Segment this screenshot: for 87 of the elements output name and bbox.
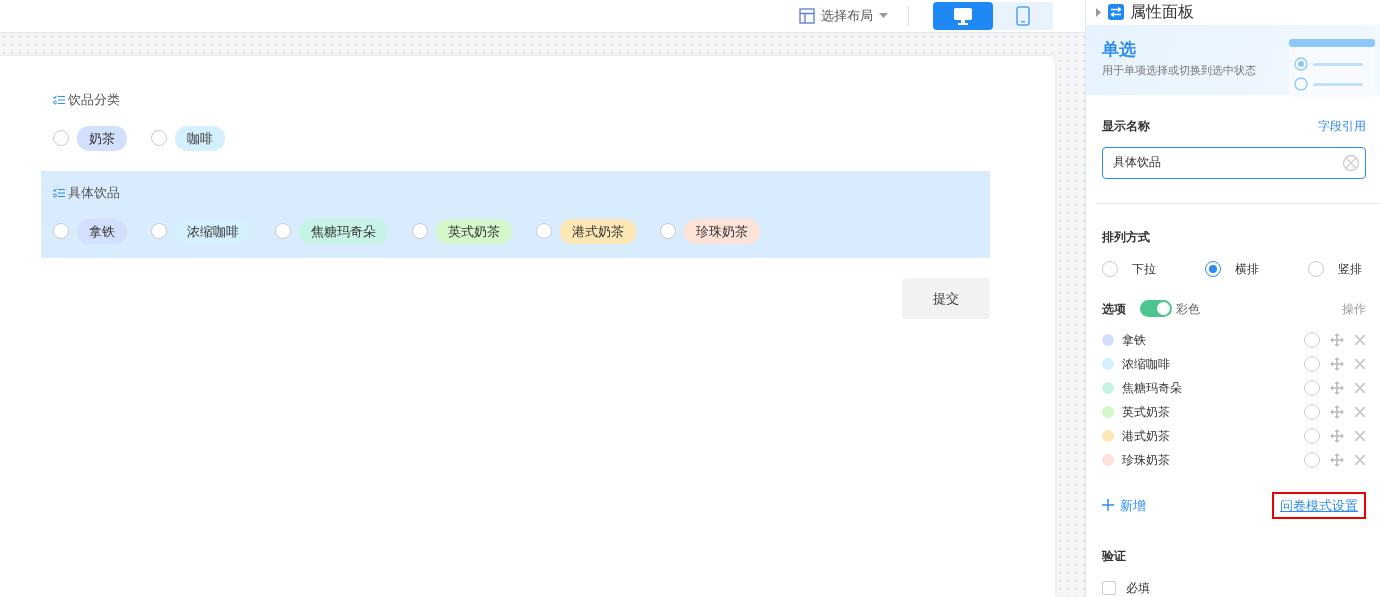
radio-button[interactable] [536, 223, 552, 240]
option-label: 焦糖玛奇朵 [1122, 379, 1182, 397]
layout-option[interactable]: 下拉 [1102, 259, 1156, 278]
section-label: 显示名称 [1102, 117, 1150, 135]
section-label: 验证 [1102, 548, 1127, 565]
move-handle[interactable] [1330, 404, 1344, 419]
close-icon [1354, 405, 1366, 418]
default-radio[interactable] [1304, 355, 1320, 372]
plus-icon [1102, 499, 1114, 512]
checklist-icon [53, 187, 65, 198]
close-icon [1354, 357, 1366, 370]
layout-option[interactable]: 横排 [1205, 259, 1259, 278]
radio-button[interactable] [660, 223, 676, 240]
move-handle[interactable] [1330, 428, 1344, 443]
close-icon [1354, 333, 1366, 346]
option-label: 珍珠奶茶 [1122, 451, 1170, 469]
survey-settings-link[interactable]: 问卷模式设置 [1272, 491, 1366, 519]
radio-button[interactable] [151, 130, 167, 147]
move-icon [1330, 404, 1344, 419]
layout-option[interactable]: 竖排 [1308, 259, 1362, 278]
move-icon [1330, 452, 1344, 467]
checklist-icon [53, 94, 65, 105]
checkbox[interactable] [1102, 581, 1116, 595]
delete-button[interactable] [1354, 357, 1366, 370]
monitor-icon [953, 7, 973, 25]
option-tag: 奶茶 [77, 125, 127, 151]
option-label: 拿铁 [1122, 331, 1146, 349]
phone-icon [1016, 6, 1030, 26]
option-tag: 浓缩咖啡 [175, 218, 251, 244]
move-icon [1330, 356, 1344, 371]
option-tag: 英式奶茶 [436, 218, 512, 244]
field-label: 饮品分类 [68, 91, 120, 109]
radio-button[interactable] [275, 223, 291, 240]
radio-button[interactable] [412, 223, 428, 240]
field-label: 具体饮品 [68, 184, 120, 202]
move-handle[interactable] [1330, 452, 1344, 467]
radio-button[interactable] [53, 223, 69, 240]
move-icon [1330, 380, 1344, 395]
field-reference-link[interactable]: 字段引用 [1318, 116, 1366, 135]
radio-button[interactable] [53, 130, 69, 147]
layout-button[interactable]: 选择布局 [799, 6, 909, 26]
move-handle[interactable] [1330, 380, 1344, 395]
option-tag: 拿铁 [77, 218, 127, 244]
caret-icon [879, 13, 888, 19]
mobile-view-tab[interactable] [993, 2, 1053, 30]
option-tag: 焦糖玛奇朵 [299, 218, 388, 244]
panel-title: 属性面板 [1130, 1, 1194, 24]
desktop-view-tab[interactable] [933, 2, 993, 30]
option-label: 港式奶茶 [1122, 427, 1170, 445]
layout-icon [799, 8, 815, 24]
section-label: 选项 [1102, 300, 1126, 318]
delete-button[interactable] [1354, 453, 1366, 466]
delete-button[interactable] [1354, 333, 1366, 346]
delete-button[interactable] [1354, 381, 1366, 394]
default-radio[interactable] [1304, 427, 1320, 444]
move-icon [1330, 428, 1344, 443]
radio-button[interactable] [151, 223, 167, 240]
option-tag: 珍珠奶茶 [684, 218, 760, 244]
option-tag: 咖啡 [175, 125, 225, 151]
option-label: 浓缩咖啡 [1122, 355, 1170, 373]
close-icon [1354, 453, 1366, 466]
delete-button[interactable] [1354, 429, 1366, 442]
section-label: 排列方式 [1102, 228, 1151, 246]
close-icon [1354, 381, 1366, 394]
banner-title: 单选 [1102, 38, 1137, 59]
default-radio[interactable] [1304, 451, 1320, 468]
add-option-button[interactable]: 新增 [1102, 495, 1146, 515]
default-radio[interactable] [1304, 379, 1320, 396]
submit-button[interactable]: 提交 [902, 278, 990, 319]
default-radio[interactable] [1304, 331, 1320, 348]
actions-label: 操作 [1342, 300, 1366, 318]
clear-icon [1342, 153, 1360, 172]
move-handle[interactable] [1330, 356, 1344, 371]
move-icon [1330, 332, 1344, 347]
sliders-icon [1108, 4, 1124, 21]
default-radio[interactable] [1304, 403, 1320, 420]
option-tag: 港式奶茶 [560, 218, 636, 244]
caret-right-icon [1096, 7, 1102, 17]
option-label: 英式奶茶 [1122, 403, 1170, 421]
delete-button[interactable] [1354, 405, 1366, 418]
name-input-field[interactable]: 具体饮品 [1102, 146, 1366, 179]
toggle-label: 彩色 [1176, 300, 1200, 318]
close-icon [1354, 429, 1366, 442]
banner-description: 用于单项选择或切换到选中状态 [1102, 62, 1256, 79]
checkbox-label: 必填 [1126, 580, 1150, 597]
move-handle[interactable] [1330, 332, 1344, 347]
color-toggle[interactable] [1140, 300, 1172, 317]
